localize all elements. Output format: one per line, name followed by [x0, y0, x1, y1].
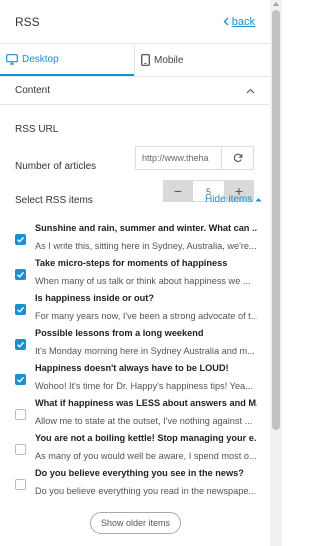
caret-up-icon — [255, 198, 262, 202]
tab-mobile-label: Mobile — [154, 54, 184, 66]
rss-item: You are not a boiling kettle! Stop manag… — [15, 433, 260, 470]
desktop-icon — [6, 53, 18, 65]
rss-item-title: Take micro-steps for moments of happines… — [35, 258, 228, 268]
rss-item-description: For many years now, I've been a strong a… — [35, 311, 257, 321]
checkmark-icon — [17, 306, 25, 313]
rss-item-title: Do you believe everything you see in the… — [35, 468, 244, 478]
panel-title: RSS — [15, 14, 40, 29]
rss-item: Sunshine and rain, summer and winter. Wh… — [15, 223, 260, 260]
rss-url-field — [135, 146, 254, 170]
rss-item: Take micro-steps for moments of happines… — [15, 258, 260, 295]
rss-item-description: Allow me to state at the outset, I've no… — [35, 416, 253, 426]
device-tabs: Desktop Mobile — [0, 44, 269, 77]
show-older-items-button[interactable]: Show older items — [90, 512, 181, 534]
rss-item-title: Possible lessons from a long weekend — [35, 328, 204, 338]
chevron-up-icon — [246, 88, 255, 93]
back-link[interactable]: back — [223, 16, 255, 28]
rss-item-checkbox[interactable] — [15, 304, 26, 315]
refresh-icon — [233, 153, 242, 162]
content-section-label: Content — [15, 85, 51, 96]
mobile-icon — [141, 54, 150, 66]
rss-item-description: As I write this, sitting here in Sydney,… — [35, 241, 257, 251]
rss-url-input[interactable] — [136, 147, 222, 169]
decrement-button[interactable]: − — [163, 180, 193, 202]
tab-desktop[interactable]: Desktop — [0, 44, 134, 76]
rss-item-title: Is happiness inside or out? — [35, 293, 154, 303]
checkmark-icon — [17, 341, 25, 348]
rss-item-title: Sunshine and rain, summer and winter. Wh… — [35, 223, 257, 233]
hide-items-toggle[interactable]: Hide items — [205, 194, 262, 205]
rss-item-description: It's Monday morning here in Sydney Austr… — [35, 346, 255, 356]
rss-item-checkbox[interactable] — [15, 234, 26, 245]
rss-item-description: When many of us talk or think about happ… — [35, 276, 251, 286]
content-section-header[interactable]: Content — [0, 77, 269, 105]
rss-url-label: RSS URL — [15, 124, 59, 135]
checkmark-icon — [17, 236, 25, 243]
rss-item-checkbox[interactable] — [15, 479, 26, 490]
rss-item: Happiness doesn't always have to be LOUD… — [15, 363, 260, 400]
rss-item: What if happiness was LESS about answers… — [15, 398, 260, 435]
select-items-label: Select RSS items — [15, 195, 93, 206]
rss-item-checkbox[interactable] — [15, 339, 26, 350]
rss-item-title: Happiness doesn't always have to be LOUD… — [35, 363, 229, 373]
rss-item-description: Do you believe everything you read in th… — [35, 486, 257, 496]
rss-item-description: As many of you would well be aware, I sp… — [35, 451, 257, 461]
refresh-button[interactable] — [222, 147, 253, 169]
rss-item-checkbox[interactable] — [15, 409, 26, 420]
rss-item-title: What if happiness was LESS about answers… — [35, 398, 257, 408]
tab-desktop-label: Desktop — [22, 53, 59, 65]
rss-item-description: Wohoo! It's time for Dr. Happy's happine… — [35, 381, 253, 391]
checkmark-icon — [17, 376, 25, 383]
rss-item-checkbox[interactable] — [15, 444, 26, 455]
back-label: back — [231, 15, 255, 28]
scrollbar-thumb[interactable] — [272, 10, 280, 430]
panel-header: RSS back — [0, 0, 269, 44]
tab-mobile[interactable]: Mobile — [134, 44, 268, 76]
rss-settings-panel: RSS back Desktop Mobile Content RSS URL … — [0, 0, 269, 546]
chevron-left-icon — [223, 17, 229, 26]
rss-item-title: You are not a boiling kettle! Stop manag… — [35, 433, 257, 443]
articles-label: Number of articles — [15, 161, 97, 172]
rss-item-checkbox[interactable] — [15, 269, 26, 280]
rss-item: Do you believe everything you see in the… — [15, 468, 260, 505]
rss-item: Is happiness inside or out? For many year… — [15, 293, 260, 330]
hide-items-label: Hide items — [205, 194, 253, 205]
rss-item-checkbox[interactable] — [15, 374, 26, 385]
scrollbar[interactable] — [270, 0, 282, 546]
checkmark-icon — [17, 271, 25, 278]
scroll-up-arrow-icon[interactable] — [273, 2, 279, 6]
rss-item: Possible lessons from a long weekend It's… — [15, 328, 260, 365]
